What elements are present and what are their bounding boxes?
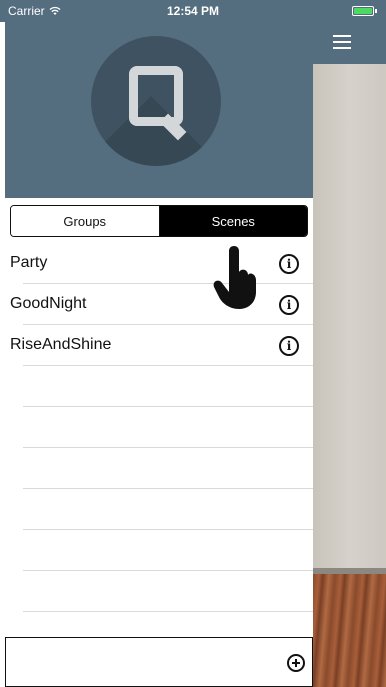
empty-row bbox=[23, 448, 313, 489]
empty-row bbox=[23, 571, 313, 612]
hand-pointer-icon bbox=[213, 246, 256, 309]
add-circle-icon[interactable] bbox=[287, 654, 305, 672]
hamburger-menu-icon[interactable] bbox=[333, 35, 351, 49]
info-icon[interactable]: i bbox=[279, 295, 299, 315]
segment-groups[interactable]: Groups bbox=[11, 206, 160, 236]
wood-floor-image bbox=[313, 574, 386, 687]
empty-row bbox=[23, 407, 313, 448]
status-bar: Carrier 12:54 PM bbox=[0, 0, 386, 22]
logo-letter-q bbox=[129, 66, 183, 126]
scene-label: Party bbox=[10, 254, 48, 271]
app-logo bbox=[91, 36, 221, 166]
scene-row-goodnight[interactable]: GoodNight i bbox=[10, 284, 313, 325]
drawer-footer bbox=[5, 637, 313, 687]
scene-label: RiseAndShine bbox=[10, 336, 112, 353]
empty-row bbox=[23, 489, 313, 530]
room-background-image bbox=[313, 64, 386, 574]
info-icon[interactable]: i bbox=[279, 336, 299, 356]
segment-scenes[interactable]: Scenes bbox=[159, 206, 307, 236]
info-icon[interactable]: i bbox=[279, 254, 299, 274]
scenes-list: Party i GoodNight i RiseAndShine i bbox=[5, 243, 313, 612]
scene-row-riseandshine[interactable]: RiseAndShine i bbox=[10, 325, 313, 366]
empty-row bbox=[23, 366, 313, 407]
scene-row-party[interactable]: Party i bbox=[10, 243, 313, 284]
clock: 12:54 PM bbox=[166, 4, 220, 18]
scene-label: GoodNight bbox=[10, 295, 87, 312]
empty-row bbox=[23, 530, 313, 571]
battery-icon bbox=[352, 6, 377, 16]
groups-scenes-segmented-control[interactable]: Groups Scenes bbox=[10, 205, 308, 237]
